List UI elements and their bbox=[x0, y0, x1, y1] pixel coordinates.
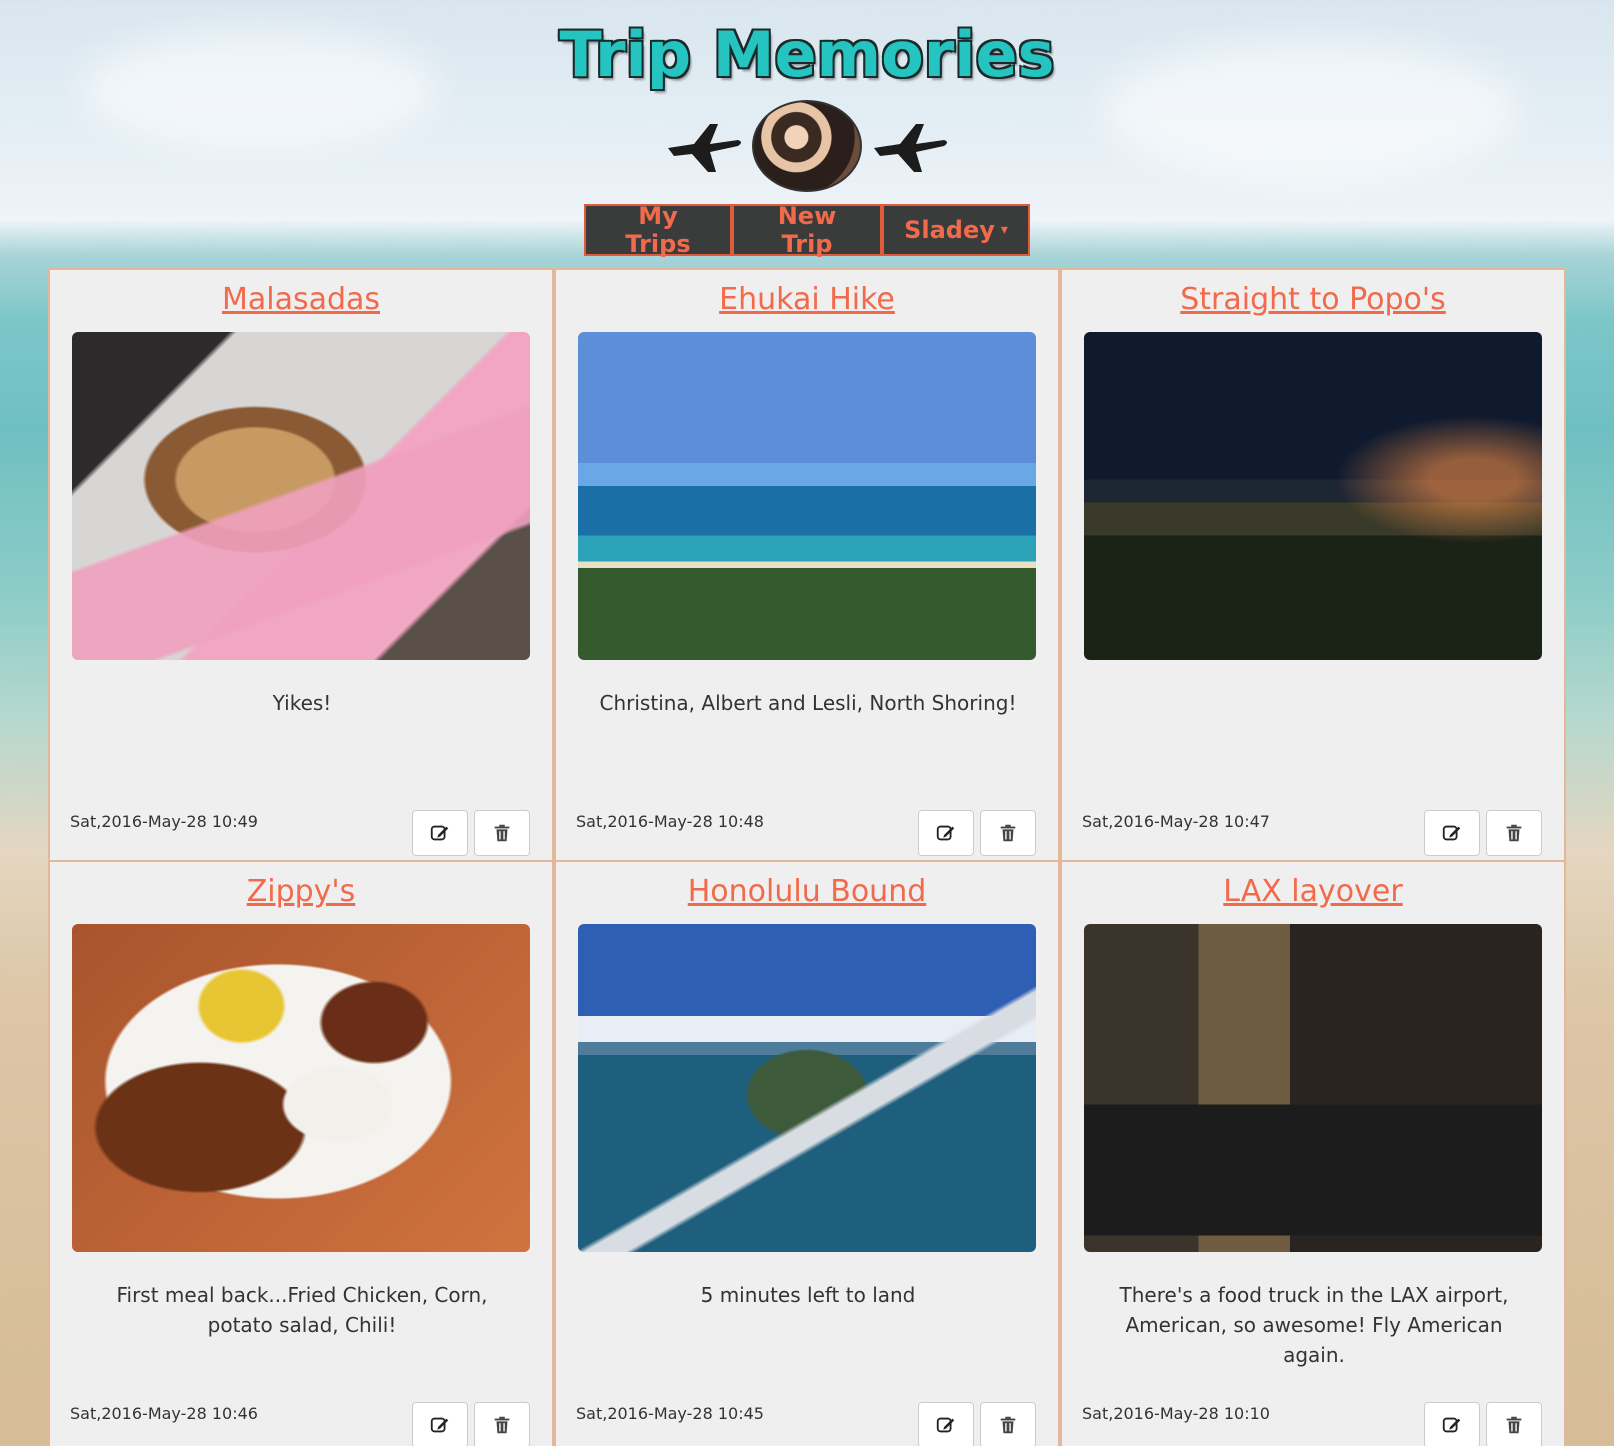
trip-title-link[interactable]: Zippy's bbox=[50, 874, 552, 909]
trip-photo bbox=[1084, 332, 1542, 660]
trash-icon bbox=[1506, 824, 1522, 842]
trip-title-link[interactable]: Honolulu Bound bbox=[556, 874, 1058, 909]
edit-icon bbox=[936, 825, 955, 841]
edit-icon bbox=[1442, 825, 1461, 841]
edit-icon bbox=[936, 1417, 955, 1433]
delete-button[interactable] bbox=[980, 810, 1036, 856]
edit-button[interactable] bbox=[918, 810, 974, 856]
trip-title-link[interactable]: Ehukai Hike bbox=[556, 282, 1058, 317]
edit-button[interactable] bbox=[412, 1402, 468, 1446]
site-title: Trip Memories bbox=[559, 18, 1055, 91]
trash-icon bbox=[494, 824, 510, 842]
caret-down-icon: ▾ bbox=[1000, 222, 1008, 238]
avatar bbox=[752, 100, 862, 192]
airplane-icon bbox=[668, 124, 741, 172]
edit-button[interactable] bbox=[918, 1402, 974, 1446]
delete-button[interactable] bbox=[1486, 1402, 1542, 1446]
trip-photo bbox=[578, 332, 1036, 660]
trip-description: 5 minutes left to land bbox=[700, 1283, 916, 1307]
trash-icon bbox=[1000, 824, 1016, 842]
delete-button[interactable] bbox=[1486, 810, 1542, 856]
trip-date: Sat,2016-May-28 10:48 bbox=[576, 812, 764, 831]
trip-card: Straight to Popo's Sat,2016-May-28 10:47 bbox=[1060, 268, 1566, 862]
trip-description: Christina, Albert and Lesli, North Shori… bbox=[599, 691, 1017, 715]
edit-icon bbox=[430, 825, 449, 841]
trip-description: Yikes! bbox=[272, 691, 332, 715]
trip-card: Malasadas Yikes! Sat,2016-May-28 10:49 bbox=[48, 268, 554, 862]
main-nav: My Trips New Trip Sladey ▾ bbox=[584, 202, 1030, 258]
trip-title-link[interactable]: Malasadas bbox=[50, 282, 552, 317]
trash-icon bbox=[1000, 1416, 1016, 1434]
trip-card: Zippy's First meal back...Fried Chicken,… bbox=[48, 860, 554, 1446]
trash-icon bbox=[494, 1416, 510, 1434]
delete-button[interactable] bbox=[474, 810, 530, 856]
header: Trip Memories My Trips New Trip Sladey ▾ bbox=[0, 0, 1614, 262]
nav-user-dropdown[interactable]: Sladey ▾ bbox=[882, 204, 1030, 256]
trip-photo bbox=[72, 332, 530, 660]
nav-new-trip-label: New Trip bbox=[777, 202, 837, 258]
trip-description: First meal back...Fried Chicken, Corn, p… bbox=[116, 1283, 488, 1337]
edit-button[interactable] bbox=[412, 810, 468, 856]
trip-date: Sat,2016-May-28 10:49 bbox=[70, 812, 258, 831]
edit-icon bbox=[430, 1417, 449, 1433]
nav-my-trips-label: My Trips bbox=[625, 202, 691, 258]
trip-date: Sat,2016-May-28 10:47 bbox=[1082, 812, 1270, 831]
nav-user-label: Sladey bbox=[904, 216, 995, 244]
trip-photo bbox=[72, 924, 530, 1252]
trip-title-link[interactable]: LAX layover bbox=[1062, 874, 1564, 909]
edit-button[interactable] bbox=[1424, 1402, 1480, 1446]
delete-button[interactable] bbox=[980, 1402, 1036, 1446]
trip-date: Sat,2016-May-28 10:46 bbox=[70, 1404, 258, 1423]
trip-card: Ehukai Hike Christina, Albert and Lesli,… bbox=[554, 268, 1060, 862]
trip-card: LAX layover There's a food truck in the … bbox=[1060, 860, 1566, 1446]
trip-description: There's a food truck in the LAX airport,… bbox=[1119, 1283, 1509, 1367]
trip-date: Sat,2016-May-28 10:10 bbox=[1082, 1404, 1270, 1423]
trip-photo bbox=[1084, 924, 1542, 1252]
nav-my-trips[interactable]: My Trips bbox=[584, 202, 732, 258]
trip-photo bbox=[578, 924, 1036, 1252]
nav-new-trip[interactable]: New Trip bbox=[732, 202, 882, 258]
trip-title-link[interactable]: Straight to Popo's bbox=[1062, 282, 1564, 317]
trash-icon bbox=[1506, 1416, 1522, 1434]
delete-button[interactable] bbox=[474, 1402, 530, 1446]
trip-card: Honolulu Bound 5 minutes left to land Sa… bbox=[554, 860, 1060, 1446]
trip-date: Sat,2016-May-28 10:45 bbox=[576, 1404, 764, 1423]
edit-button[interactable] bbox=[1424, 810, 1480, 856]
edit-icon bbox=[1442, 1417, 1461, 1433]
airplane-icon bbox=[874, 124, 947, 172]
